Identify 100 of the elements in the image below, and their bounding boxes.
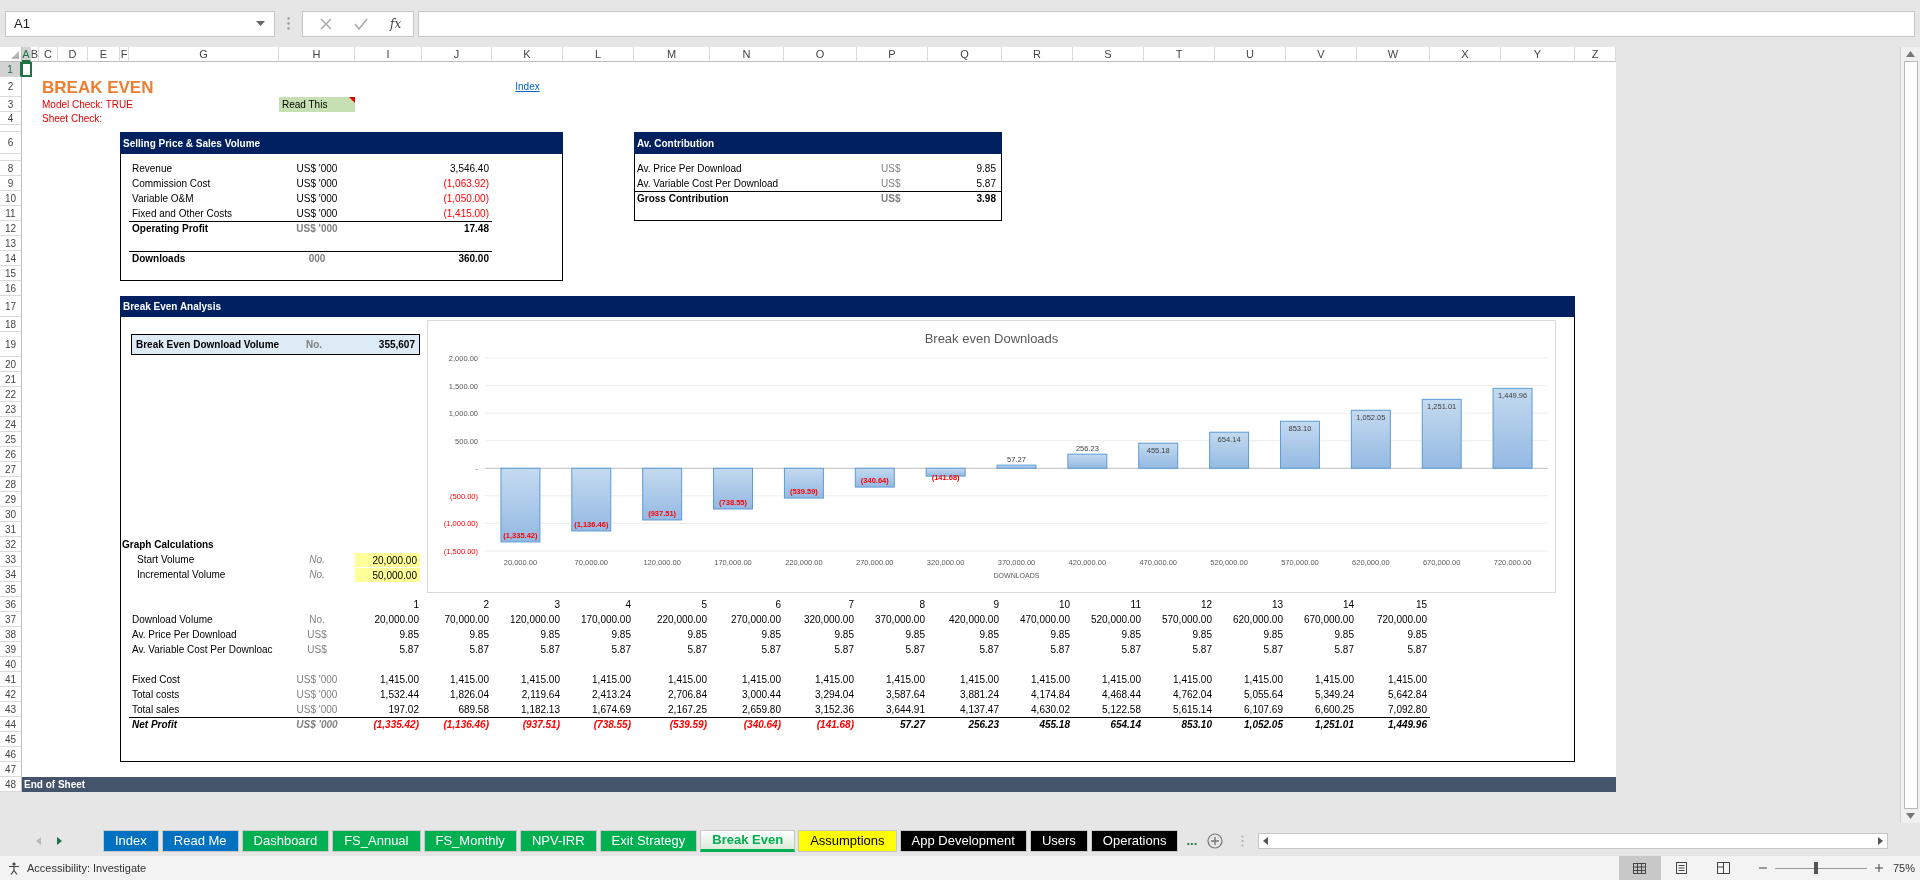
row-header[interactable]: 47 — [0, 762, 22, 777]
row-header[interactable]: 14 — [0, 251, 22, 266]
normal-view-button[interactable] — [1618, 856, 1661, 880]
column-header[interactable]: H — [279, 47, 355, 62]
column-header[interactable]: O — [784, 47, 857, 62]
more-tabs-button[interactable]: ... — [1186, 833, 1198, 848]
row-header[interactable]: 48 — [0, 777, 22, 792]
column-header[interactable]: V — [1286, 47, 1357, 62]
zoom-out-icon[interactable] — [1758, 864, 1767, 872]
row-header[interactable]: 4 — [0, 112, 22, 125]
row-header[interactable]: 24 — [0, 417, 22, 432]
column-header[interactable]: W — [1357, 47, 1430, 62]
row-header[interactable]: 43 — [0, 702, 22, 717]
column-header[interactable]: Y — [1501, 47, 1575, 62]
scrollbar-thumb[interactable] — [1903, 61, 1918, 809]
add-sheet-icon[interactable] — [1207, 832, 1224, 849]
row-header[interactable]: 12 — [0, 221, 22, 236]
sheet-tab[interactable]: Read Me — [161, 829, 239, 852]
row-header[interactable]: 44 — [0, 717, 22, 732]
column-header[interactable]: G — [129, 47, 279, 62]
row-header[interactable]: 41 — [0, 672, 22, 687]
column-header[interactable]: Q — [928, 47, 1002, 62]
check-icon[interactable] — [354, 17, 368, 30]
row-header[interactable]: 30 — [0, 507, 22, 522]
row-header[interactable]: 17 — [0, 296, 22, 317]
sheet-tab[interactable]: Index — [103, 829, 159, 852]
column-header[interactable]: R — [1002, 47, 1073, 62]
row-header[interactable]: 9 — [0, 176, 22, 191]
sheet-tab[interactable]: App Development — [899, 829, 1027, 852]
scroll-left-icon[interactable] — [1263, 836, 1269, 845]
row-header[interactable]: 45 — [0, 732, 22, 747]
row-header[interactable]: 38 — [0, 627, 22, 642]
row-header[interactable]: 21 — [0, 372, 22, 387]
row-header[interactable]: 16 — [0, 281, 22, 296]
column-header[interactable]: U — [1215, 47, 1286, 62]
row-header[interactable]: 20 — [0, 357, 22, 372]
row-header[interactable]: 34 — [0, 567, 22, 582]
zoom-in-icon[interactable] — [1874, 864, 1883, 872]
sheet-tab[interactable]: Assumptions — [798, 829, 897, 852]
row-header[interactable]: 46 — [0, 747, 22, 762]
read-this-cell[interactable]: Read This — [279, 97, 355, 112]
row-header[interactable]: 31 — [0, 522, 22, 537]
scroll-down-icon[interactable] — [1906, 813, 1915, 819]
column-header[interactable]: Z — [1575, 47, 1616, 62]
row-header[interactable]: 11 — [0, 206, 22, 221]
row-header[interactable]: 28 — [0, 477, 22, 492]
row-header[interactable]: 19 — [0, 332, 22, 357]
sheet-tab[interactable]: Users — [1029, 829, 1088, 852]
column-header[interactable]: T — [1144, 47, 1215, 62]
column-header[interactable]: D — [58, 47, 88, 62]
column-header[interactable]: M — [634, 47, 710, 62]
column-header[interactable]: X — [1430, 47, 1501, 62]
scroll-right-icon[interactable] — [57, 836, 62, 845]
sheet-tab[interactable]: Operations — [1090, 829, 1179, 852]
accessibility-icon[interactable] — [8, 861, 22, 875]
row-header[interactable]: 10 — [0, 191, 22, 206]
row-header[interactable]: 8 — [0, 161, 22, 176]
select-all-icon[interactable] — [11, 51, 19, 59]
name-box[interactable]: A1 — [5, 10, 275, 37]
zoom-percent[interactable]: 75% — [1892, 862, 1915, 874]
row-header[interactable]: 35 — [0, 582, 22, 597]
column-header[interactable]: N — [710, 47, 784, 62]
column-header[interactable]: L — [563, 47, 634, 62]
row-header[interactable]: 1 — [0, 62, 22, 77]
row-header[interactable]: 39 — [0, 642, 22, 657]
column-header[interactable]: J — [422, 47, 492, 62]
column-header[interactable]: E — [88, 47, 120, 62]
column-header[interactable]: C — [39, 47, 58, 62]
formula-input[interactable] — [418, 10, 1915, 37]
scroll-right-icon[interactable] — [1878, 836, 1883, 845]
row-header[interactable]: 6 — [0, 132, 22, 154]
row-header[interactable]: 18 — [0, 317, 22, 332]
row-header[interactable]: 40 — [0, 657, 22, 672]
row-header[interactable]: 42 — [0, 687, 22, 702]
row-header[interactable]: 33 — [0, 552, 22, 567]
slider-thumb[interactable] — [1814, 862, 1819, 874]
row-header[interactable]: 32 — [0, 537, 22, 552]
cancel-icon[interactable] — [320, 17, 332, 30]
insert-function-button[interactable]: fx — [390, 16, 402, 31]
row-header[interactable]: 15 — [0, 266, 22, 281]
column-header[interactable]: I — [355, 47, 422, 62]
horizontal-scrollbar[interactable] — [1258, 832, 1888, 849]
index-link[interactable]: Index — [512, 81, 543, 93]
row-header[interactable]: 37 — [0, 612, 22, 627]
scroll-up-icon[interactable] — [1906, 51, 1915, 57]
row-header[interactable]: 22 — [0, 387, 22, 402]
row-header[interactable]: 13 — [0, 236, 22, 251]
column-header[interactable]: P — [857, 47, 928, 62]
dropdown-caret-icon[interactable] — [256, 21, 265, 26]
status-text[interactable]: Accessibility: Investigate — [27, 862, 147, 874]
column-header[interactable]: K — [492, 47, 563, 62]
column-header[interactable]: S — [1073, 47, 1144, 62]
row-header[interactable]: 27 — [0, 462, 22, 477]
row-header[interactable]: 26 — [0, 447, 22, 462]
row-header[interactable]: 36 — [0, 597, 22, 612]
row-header[interactable]: 25 — [0, 432, 22, 447]
row-header[interactable]: 2 — [0, 77, 22, 97]
row-header[interactable]: 23 — [0, 402, 22, 417]
row-header[interactable]: 29 — [0, 492, 22, 507]
row-header[interactable]: 3 — [0, 97, 22, 112]
